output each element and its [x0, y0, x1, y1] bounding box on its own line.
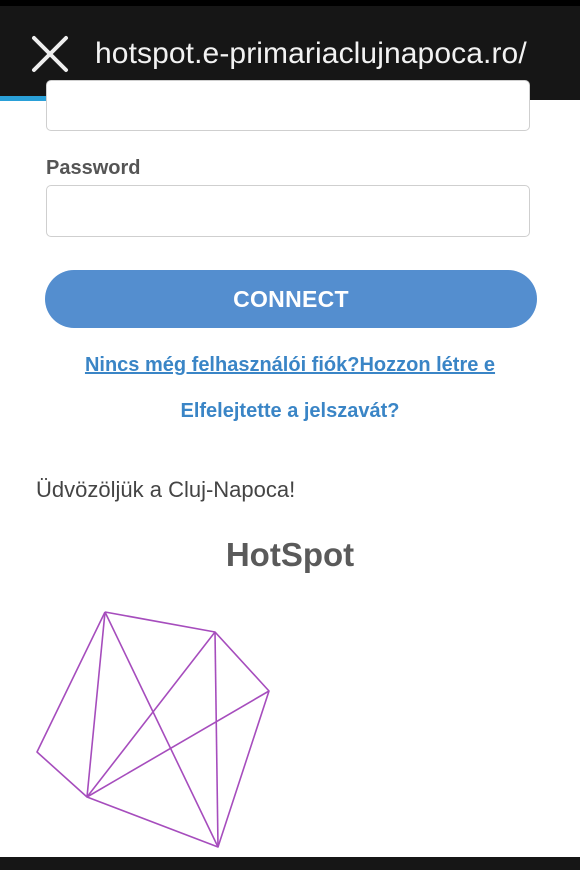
username-input[interactable] — [46, 80, 530, 131]
welcome-text: Üdvözöljük a Cluj-Napoca! — [36, 477, 296, 502]
forgot-password-link[interactable]: Elfelejtette a jelszavát? — [0, 400, 580, 423]
register-link[interactable]: Nincs még felhasználói fiók?Hozzon létre… — [0, 354, 580, 377]
url-text[interactable]: hotspot.e-primariaclujnapoca.ro/ — [95, 36, 575, 72]
close-icon[interactable] — [28, 32, 72, 76]
password-label: Password — [46, 157, 141, 179]
connect-button[interactable]: CONNECT — [45, 270, 537, 328]
hotspot-heading: HotSpot — [225, 536, 355, 573]
status-strip — [0, 0, 580, 6]
geometric-wireframe-logo-icon — [30, 605, 280, 860]
bottom-bar — [0, 857, 580, 870]
password-input[interactable] — [46, 185, 530, 237]
